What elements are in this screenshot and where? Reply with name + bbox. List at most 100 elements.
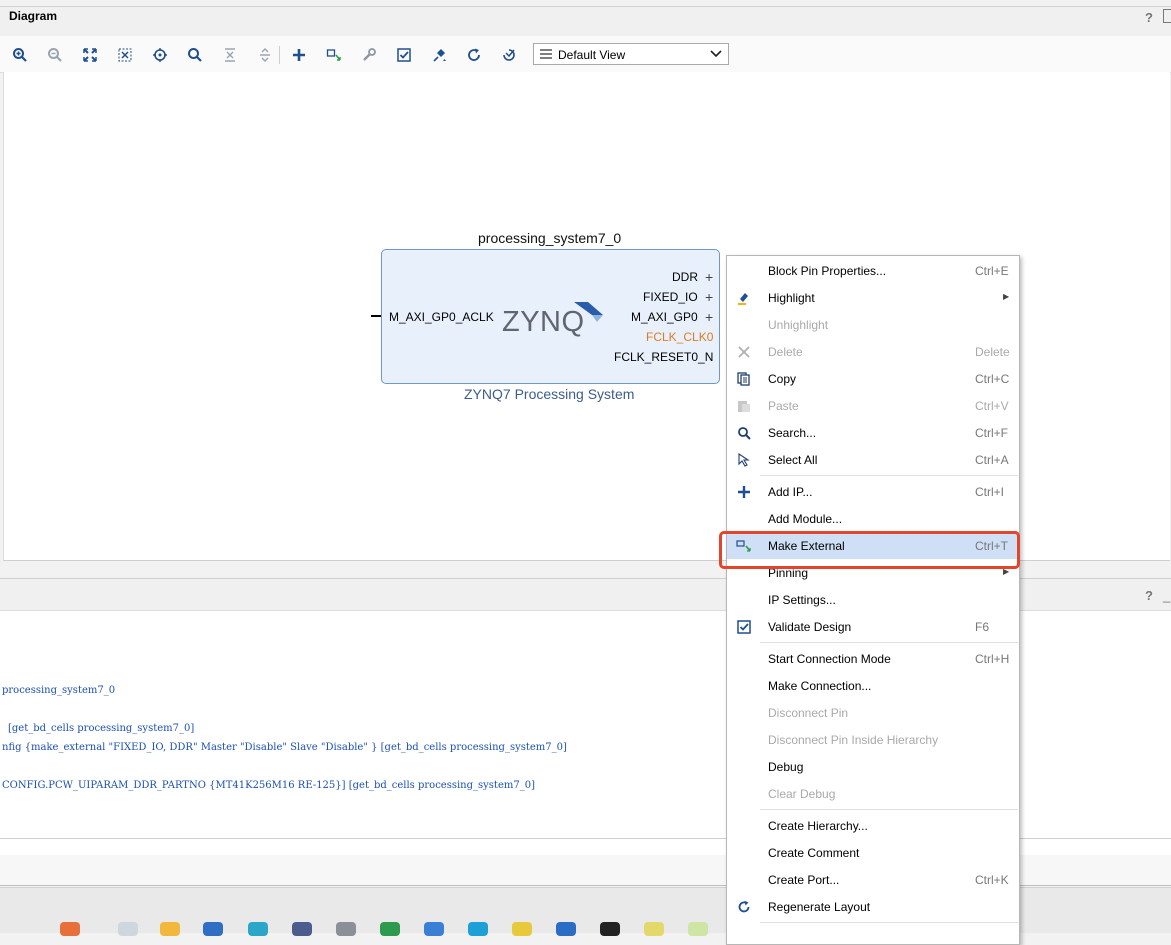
menu-item-block-pin-properties[interactable]: Block Pin Properties... Ctrl+E: [727, 257, 1019, 284]
tcl-line: [get_bd_cells processing_system7_0]: [8, 723, 195, 734]
menu-item-start-connection-mode[interactable]: Start Connection Mode Ctrl+H: [727, 645, 1019, 672]
zynq-logo: ZYNQ: [502, 302, 603, 338]
fit-selection-icon[interactable]: [114, 44, 136, 66]
expand-pin-icon[interactable]: +: [705, 270, 713, 284]
menu-separator: [760, 642, 1018, 643]
minimize-icon[interactable]: _: [1163, 588, 1170, 603]
highlight-annotation-box: [719, 531, 1020, 569]
menu-item-add-module[interactable]: Add Module...: [727, 505, 1019, 532]
menu-item-create-port[interactable]: Create Port... Ctrl+K: [727, 866, 1019, 893]
search-icon: [736, 425, 752, 441]
menu-item-create-hierarchy[interactable]: Create Hierarchy...: [727, 812, 1019, 839]
menu-item-label: Select All: [768, 453, 818, 467]
expand-icon[interactable]: [254, 44, 276, 66]
menu-item-unhighlight[interactable]: Unhighlight: [727, 311, 1019, 338]
app-icon[interactable]: [688, 922, 708, 936]
menu-item-label: Add IP...: [768, 485, 813, 499]
menu-item-label: IP Settings...: [768, 593, 836, 607]
menu-item-label: Disconnect Pin Inside Hierarchy: [768, 733, 939, 747]
browser-app-icon[interactable]: [60, 922, 80, 936]
tcl-line: CONFIG.PCW_UIPARAM_DDR_PARTNO {MT41K256M…: [2, 780, 535, 791]
regenerate-icon[interactable]: [463, 44, 485, 66]
file-app-icon[interactable]: [118, 922, 138, 936]
properties-icon[interactable]: [358, 44, 380, 66]
output-pin-m-axi-gp0[interactable]: M_AXI_GP0: [631, 310, 698, 324]
app-icon[interactable]: [512, 922, 532, 936]
menu-item-label: Disconnect Pin: [768, 706, 849, 720]
zynq-logo-text: ZYNQ: [502, 306, 585, 338]
menu-item-shortcut: Ctrl+A: [975, 453, 1009, 467]
menu-item-shortcut: Ctrl+I: [975, 485, 1005, 499]
zoom-fit-icon[interactable]: [79, 44, 101, 66]
input-pin-m-axi-gp0-aclk[interactable]: M_AXI_GP0_ACLK: [389, 310, 494, 324]
menu-item-label: Paste: [768, 399, 799, 413]
chat-app-icon[interactable]: [424, 922, 444, 936]
output-pin-fixed-io[interactable]: FIXED_IO: [643, 290, 698, 304]
output-pin-fclk-reset0-n[interactable]: FCLK_RESET0_N: [614, 350, 713, 364]
menu-item-select-all[interactable]: Select All Ctrl+A: [727, 446, 1019, 473]
menu-separator: [760, 922, 1018, 923]
help-icon[interactable]: ?: [1145, 10, 1153, 25]
paste-icon: [736, 398, 752, 414]
vscode-app-icon[interactable]: [556, 922, 576, 936]
help-icon[interactable]: ?: [1145, 588, 1153, 603]
collapse-icon[interactable]: [219, 44, 241, 66]
optional-ports-icon[interactable]: [498, 44, 520, 66]
menu-item-clear-debug[interactable]: Clear Debug: [727, 780, 1019, 807]
menu-item-label: Create Hierarchy...: [768, 819, 868, 833]
menu-item-disconnect-pin-inside-hierarchy[interactable]: Disconnect Pin Inside Hierarchy: [727, 726, 1019, 753]
app-icon[interactable]: [644, 922, 664, 936]
menu-item-label: Add Module...: [768, 512, 843, 526]
menu-item-disconnect-pin[interactable]: Disconnect Pin: [727, 699, 1019, 726]
expand-pin-icon[interactable]: +: [705, 290, 713, 304]
menu-item-label: Validate Design: [768, 620, 852, 634]
menu-item-create-comment[interactable]: Create Comment: [727, 839, 1019, 866]
menu-item-label: Highlight: [768, 291, 815, 305]
menu-item-ip-settings[interactable]: IP Settings...: [727, 586, 1019, 613]
restore-icon[interactable]: [1163, 9, 1171, 23]
make-external-icon[interactable]: [323, 44, 345, 66]
menu-item-validate-design[interactable]: Validate Design F6: [727, 613, 1019, 640]
menu-item-highlight[interactable]: Highlight ▶: [727, 284, 1019, 311]
menu-separator: [760, 475, 1018, 476]
menu-item-debug[interactable]: Debug: [727, 753, 1019, 780]
output-pin-fclk-clk0[interactable]: FCLK_CLK0: [646, 330, 713, 344]
delete-icon: [736, 344, 752, 360]
menu-item-label: Regenerate Layout: [768, 900, 871, 914]
tcl-line: nfig {make_external "FIXED_IO, DDR" Mast…: [2, 742, 567, 753]
folder-app-icon[interactable]: [160, 922, 180, 936]
edge-app-icon[interactable]: [248, 922, 268, 936]
validate-icon[interactable]: [393, 44, 415, 66]
menu-item-paste[interactable]: Paste Ctrl+V: [727, 392, 1019, 419]
expand-pin-icon[interactable]: +: [705, 310, 713, 324]
app-icon[interactable]: [292, 922, 312, 936]
output-pin-ddr[interactable]: DDR: [672, 270, 698, 284]
zoom-in-icon[interactable]: [9, 44, 31, 66]
menu-item-regenerate-layout[interactable]: Regenerate Layout: [727, 893, 1019, 920]
menu-item-label: Create Comment: [768, 846, 860, 860]
menu-item-shortcut: Ctrl+E: [975, 264, 1009, 278]
menu-item-label: Block Pin Properties...: [768, 264, 887, 278]
toolbar-separator: [279, 46, 280, 64]
add-ip-icon[interactable]: [288, 44, 310, 66]
block-instance-name: processing_system7_0: [478, 230, 622, 246]
menu-item-add-ip[interactable]: Add IP... Ctrl+I: [727, 478, 1019, 505]
input-pin-stub[interactable]: [371, 315, 381, 317]
center-icon[interactable]: [149, 44, 171, 66]
zoom-out-icon[interactable]: [44, 44, 66, 66]
menu-item-copy[interactable]: Copy Ctrl+C: [727, 365, 1019, 392]
search-icon[interactable]: [184, 44, 206, 66]
excel-app-icon[interactable]: [380, 922, 400, 936]
app-icon[interactable]: [468, 922, 488, 936]
menu-item-search[interactable]: Search... Ctrl+F: [727, 419, 1019, 446]
settings-app-icon[interactable]: [336, 922, 356, 936]
menu-item-label: Make Connection...: [768, 679, 872, 693]
store-app-icon[interactable]: [203, 922, 223, 936]
menu-item-make-connection[interactable]: Make Connection...: [727, 672, 1019, 699]
highlight-icon: [736, 290, 752, 306]
diagram-panel-title: Diagram: [9, 9, 58, 23]
app-icon[interactable]: [600, 922, 620, 936]
menu-item-shortcut: Ctrl+C: [975, 372, 1010, 386]
pin-icon[interactable]: [428, 44, 450, 66]
menu-item-delete[interactable]: Delete Delete: [727, 338, 1019, 365]
